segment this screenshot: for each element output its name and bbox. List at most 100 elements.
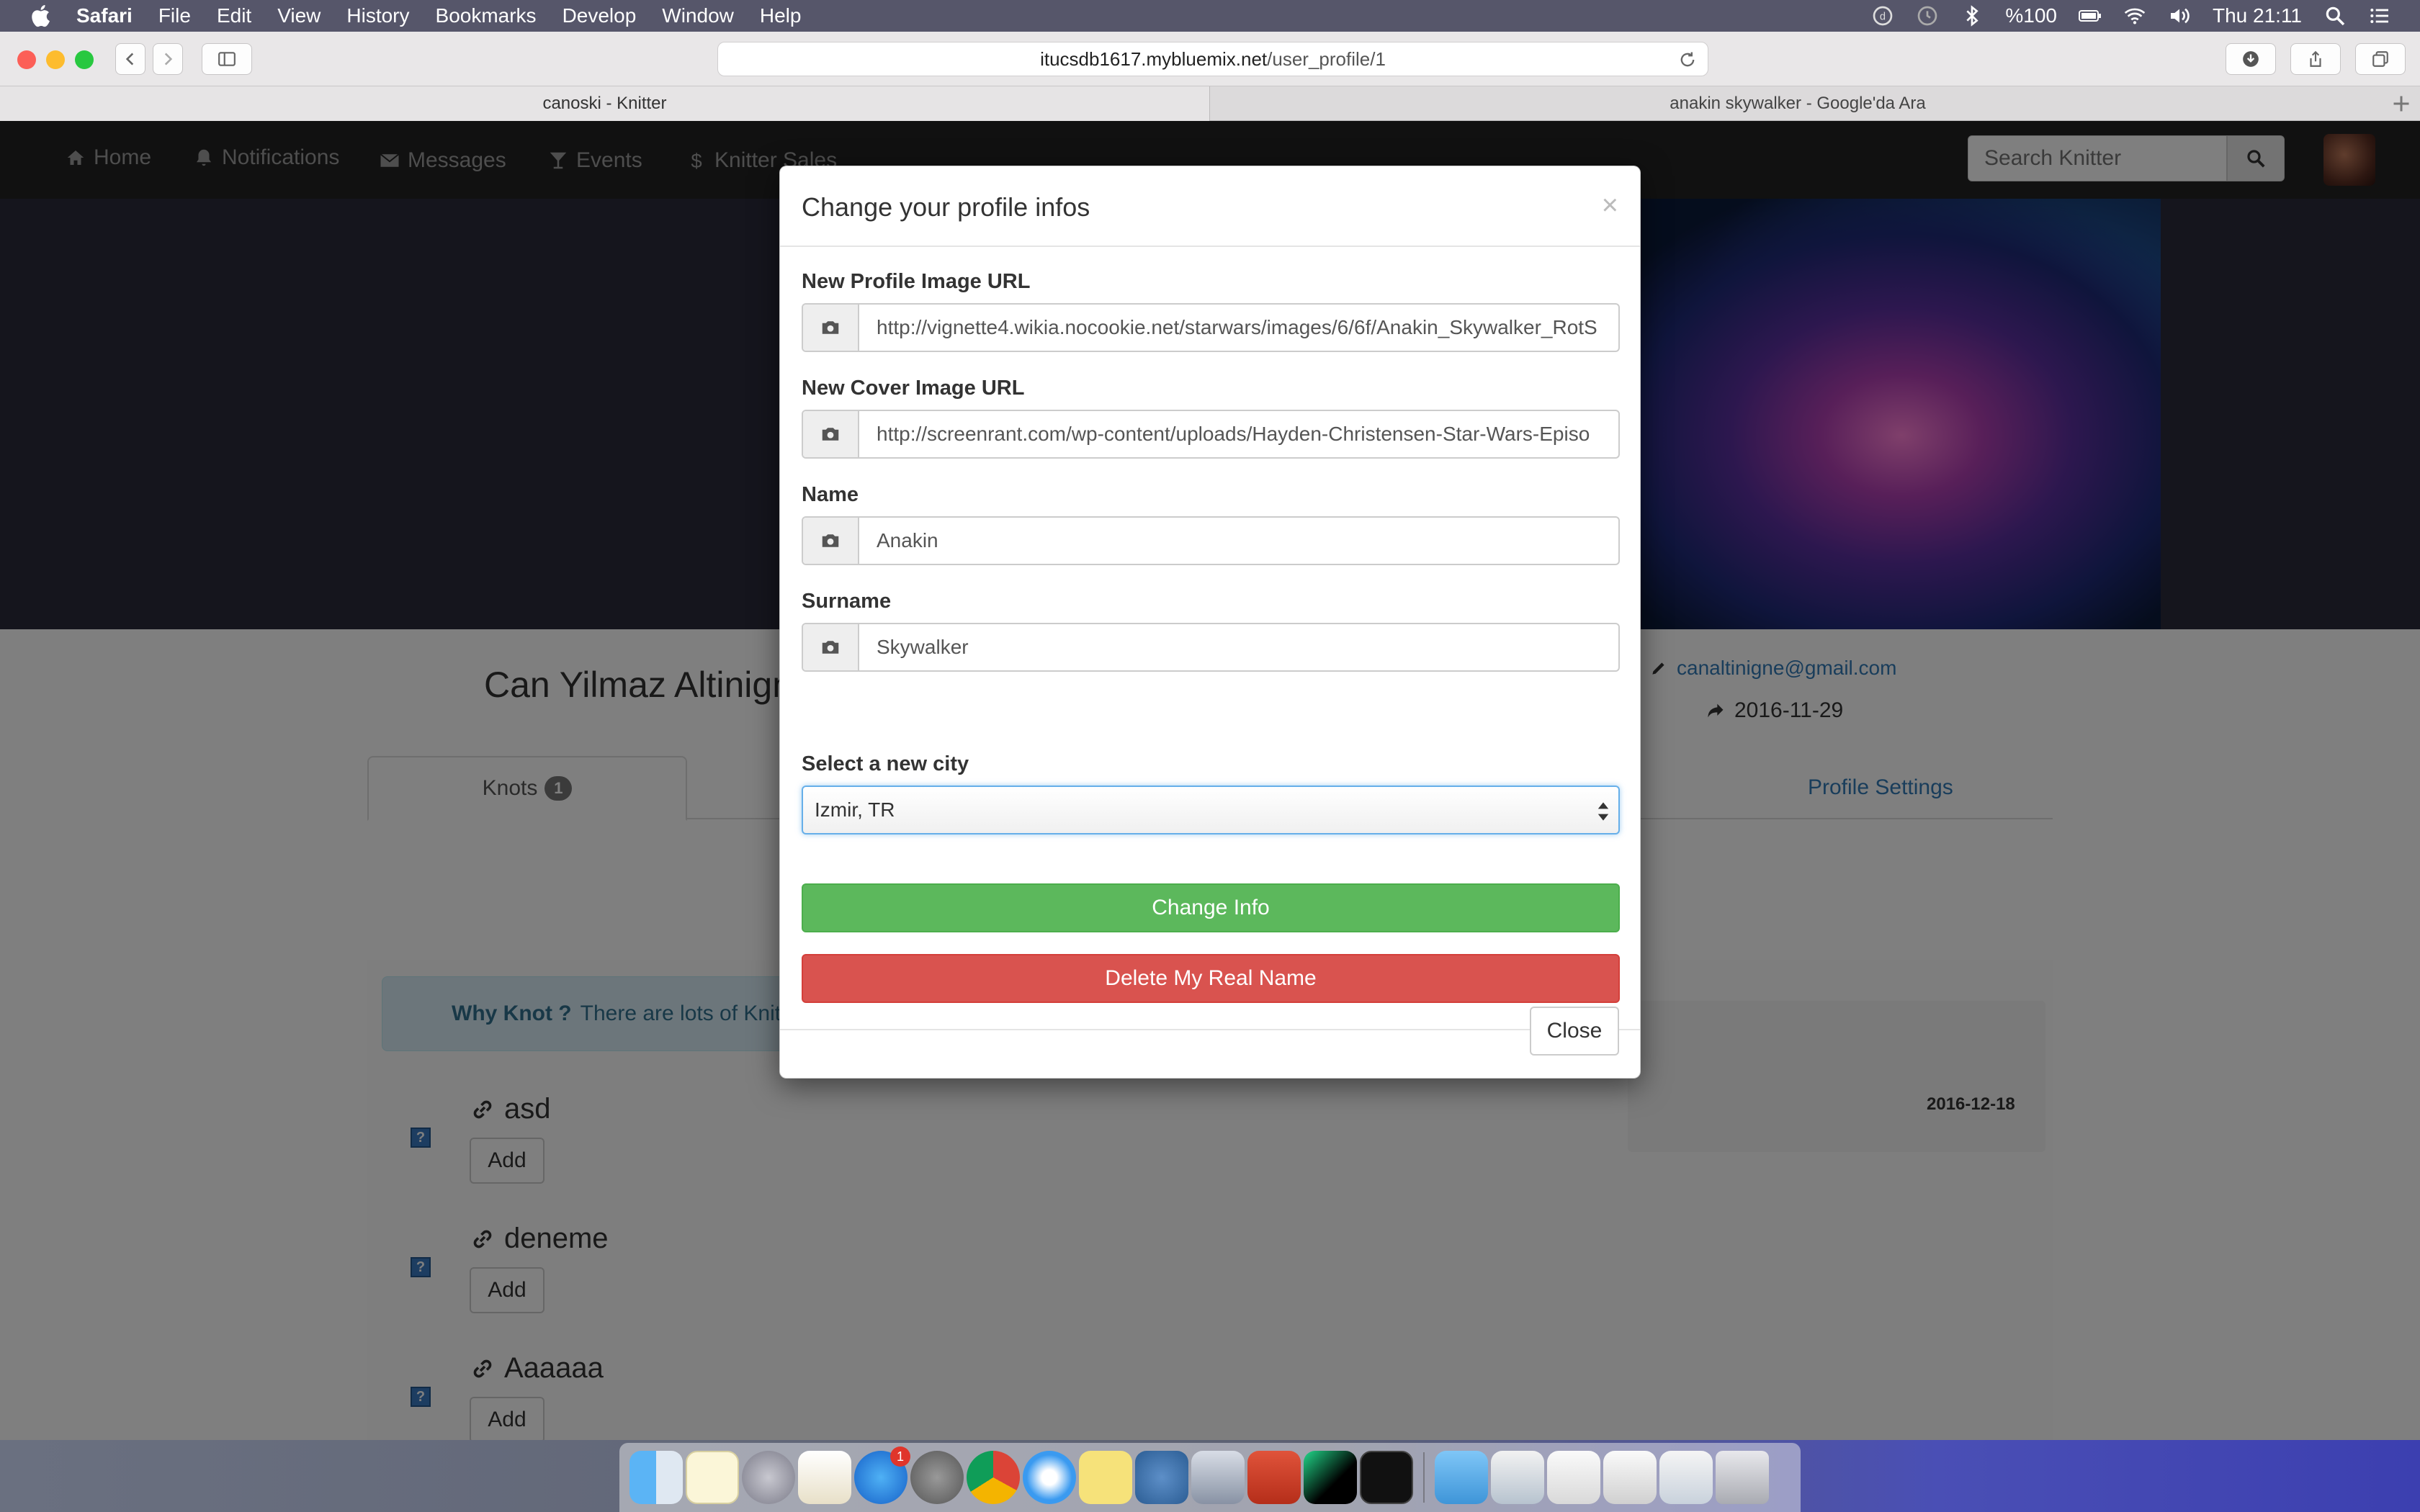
camera-addon xyxy=(803,624,859,670)
system-preferences-icon[interactable] xyxy=(910,1451,964,1504)
camera-addon xyxy=(803,411,859,457)
dashboard-icon[interactable]: d xyxy=(1871,4,1894,27)
svg-text:d: d xyxy=(1880,11,1886,22)
cover-image-label: New Cover Image URL xyxy=(802,377,1025,400)
menu-develop[interactable]: Develop xyxy=(563,4,637,27)
downloads-folder-icon[interactable] xyxy=(1435,1451,1488,1504)
textedit-icon[interactable] xyxy=(798,1451,851,1504)
name-input-group: Anakin xyxy=(802,516,1620,565)
launchpad-icon[interactable] xyxy=(742,1451,795,1504)
sidebar-icon xyxy=(218,52,236,66)
notification-center-icon[interactable] xyxy=(2368,4,2391,27)
tabs-icon xyxy=(2372,51,2388,67)
camera-icon xyxy=(822,641,839,654)
chevron-right-icon xyxy=(164,53,173,66)
camera-addon xyxy=(803,305,859,351)
url-path: /user_profile/1 xyxy=(1267,48,1386,70)
stack-files-icon[interactable] xyxy=(1603,1451,1657,1504)
pycharm-icon[interactable] xyxy=(1304,1451,1357,1504)
sidebar-toggle-button[interactable] xyxy=(202,43,252,75)
macos-menu-bar: Safari File Edit View History Bookmarks … xyxy=(0,0,2420,32)
city-label: Select a new city xyxy=(802,752,969,775)
menu-edit[interactable]: Edit xyxy=(217,4,251,27)
change-info-button[interactable]: Change Info xyxy=(802,883,1620,932)
chevron-left-icon xyxy=(125,53,134,66)
downloads-button[interactable] xyxy=(2226,43,2276,75)
share-button[interactable] xyxy=(2290,43,2341,75)
bluetooth-icon[interactable] xyxy=(1960,4,1984,27)
battery-icon[interactable] xyxy=(2078,4,2102,27)
delete-real-name-button[interactable]: Delete My Real Name xyxy=(802,954,1620,1003)
menu-help[interactable]: Help xyxy=(760,4,802,27)
profile-image-label: New Profile Image URL xyxy=(802,270,1031,293)
terminal-icon[interactable] xyxy=(1360,1451,1413,1504)
modal-header: Change your profile infos × xyxy=(780,166,1640,247)
window-zoom-button[interactable] xyxy=(75,50,94,69)
safari-icon[interactable] xyxy=(1023,1451,1076,1504)
reload-icon[interactable] xyxy=(1677,50,1698,70)
powerpoint-icon[interactable] xyxy=(1247,1451,1301,1504)
back-button[interactable] xyxy=(115,43,145,75)
stack-documents-icon[interactable] xyxy=(1547,1451,1600,1504)
modal-title: Change your profile infos xyxy=(802,192,1090,222)
dock-separator xyxy=(1423,1452,1425,1503)
stack-screenshots-icon[interactable] xyxy=(1491,1451,1544,1504)
modal-close-x-button[interactable]: × xyxy=(1602,191,1618,220)
window-minimize-button[interactable] xyxy=(46,50,65,69)
menu-view[interactable]: View xyxy=(277,4,321,27)
menu-app-name[interactable]: Safari xyxy=(76,4,133,27)
address-bar[interactable]: itucsdb1617.mybluemix.net/user_profile/1 xyxy=(717,42,1708,76)
time-machine-icon[interactable] xyxy=(1916,4,1939,27)
name-label: Name xyxy=(802,483,859,506)
url-host: itucsdb1617.mybluemix.net xyxy=(1040,48,1268,70)
name-input[interactable]: Anakin xyxy=(859,518,1618,564)
app-store-badge: 1 xyxy=(890,1446,910,1467)
stickies-icon[interactable] xyxy=(1079,1451,1132,1504)
share-icon xyxy=(2310,50,2321,67)
cover-image-input-group: http://screenrant.com/wp-content/uploads… xyxy=(802,410,1620,459)
notes-icon[interactable] xyxy=(686,1451,739,1504)
finder-icon[interactable] xyxy=(629,1451,683,1504)
status-area: d %100 Thu 21:11 xyxy=(1871,0,2391,32)
chrome-icon[interactable] xyxy=(967,1451,1020,1504)
postgresql-icon[interactable] xyxy=(1135,1451,1188,1504)
trash-icon[interactable] xyxy=(1716,1451,1769,1504)
browser-toolbar: itucsdb1617.mybluemix.net/user_profile/1 xyxy=(0,32,2420,86)
modal-footer-divider xyxy=(780,1029,1640,1030)
spotlight-icon[interactable] xyxy=(2323,4,2347,27)
tab-label: anakin skywalker - Google'da Ara xyxy=(1670,94,1926,113)
menu-history[interactable]: History xyxy=(346,4,409,27)
tab-knitter[interactable]: canoski - Knitter xyxy=(0,86,1210,121)
page-viewport: Home Notifications Messages Events $ Kni… xyxy=(0,121,2420,1440)
camera-icon xyxy=(822,321,839,334)
wifi-icon[interactable] xyxy=(2123,4,2146,27)
surname-input[interactable]: Skywalker xyxy=(859,624,1618,670)
profile-image-input-group: http://vignette4.wikia.nocookie.net/star… xyxy=(802,303,1620,352)
menu-clock[interactable]: Thu 21:11 xyxy=(2213,4,2302,27)
window-close-button[interactable] xyxy=(17,50,36,69)
tab-overview-button[interactable] xyxy=(2355,43,2406,75)
camera-addon xyxy=(803,518,859,564)
city-select-value: Izmir, TR xyxy=(815,798,895,821)
battery-percent: %100 xyxy=(2005,4,2057,27)
new-tab-icon[interactable] xyxy=(2388,91,2414,117)
select-arrows-icon xyxy=(1597,802,1609,821)
menu-bookmarks[interactable]: Bookmarks xyxy=(436,4,537,27)
menu-window[interactable]: Window xyxy=(662,4,734,27)
menu-file[interactable]: File xyxy=(158,4,191,27)
tab-label: canoski - Knitter xyxy=(542,94,667,113)
camera-icon xyxy=(822,534,839,547)
app-store-icon[interactable]: 1 xyxy=(854,1446,910,1504)
tab-google-search[interactable]: anakin skywalker - Google'da Ara xyxy=(1211,86,2385,121)
cover-image-url-input[interactable]: http://screenrant.com/wp-content/uploads… xyxy=(859,411,1618,457)
modal-close-button[interactable]: Close xyxy=(1530,1007,1619,1056)
change-profile-modal: Change your profile infos × New Profile … xyxy=(779,166,1641,1079)
profile-image-url-input[interactable]: http://vignette4.wikia.nocookie.net/star… xyxy=(859,305,1618,351)
stack-recent-icon[interactable] xyxy=(1659,1451,1713,1504)
camera-icon xyxy=(822,428,839,441)
preview-icon[interactable] xyxy=(1191,1451,1245,1504)
volume-icon[interactable] xyxy=(2168,4,2191,27)
forward-button[interactable] xyxy=(153,43,183,75)
apple-icon[interactable] xyxy=(29,3,55,29)
city-select[interactable]: Izmir, TR xyxy=(802,786,1620,834)
